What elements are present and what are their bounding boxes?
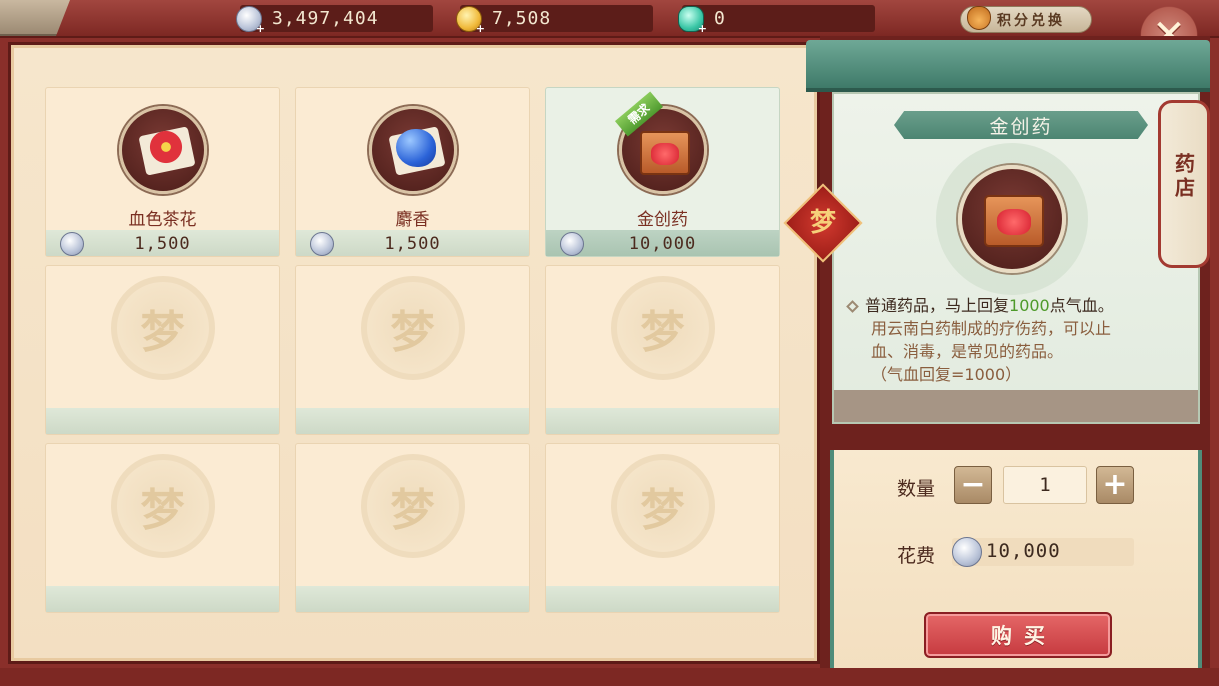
item-title-banner: 金创药 [894, 111, 1148, 139]
dream-emblem-icon: 梦 [110, 276, 215, 380]
camellia-icon [118, 106, 207, 194]
silver-currency: + 3,497,404 [236, 5, 433, 34]
cost-value: 10,000 [986, 540, 1061, 562]
buy-label: 购买 [991, 623, 1057, 648]
gold-currency: + 7,508 [456, 5, 653, 34]
jade-icon[interactable]: + [678, 5, 707, 34]
gold-coin-icon[interactable]: + [456, 5, 485, 34]
dream-emblem-icon: 梦 [360, 276, 465, 380]
dream-emblem-icon: 梦 [610, 276, 715, 380]
medicine-box-icon [958, 165, 1066, 273]
tab-pharmacy[interactable]: 药店 [1158, 100, 1210, 268]
points-exchange-button[interactable]: 积分兑换 [960, 5, 1092, 33]
money-bag-icon [967, 5, 991, 30]
item-name: 麝香 [395, 210, 430, 230]
empty-slot: 梦 [545, 443, 780, 613]
item-price: 10,000 [628, 234, 697, 254]
scroll-header [806, 40, 1210, 92]
item-detail-panel: 金创药 普通药品，马上回复1000点气血。 用云南白药制成的疗伤药，可以止 血、… [832, 92, 1200, 424]
empty-slot: 梦 [295, 443, 530, 613]
cost-label: 花费 [897, 545, 936, 567]
quantity-plus-button[interactable]: + [1096, 466, 1134, 504]
item-slot-musk[interactable]: 麝香 1,500 [295, 87, 530, 257]
corner-ornament [0, 0, 70, 36]
empty-slot: 梦 [295, 265, 530, 435]
cost-display: 10,000 [952, 537, 1134, 567]
empty-slot: 梦 [45, 443, 280, 613]
bottom-border [0, 668, 1219, 686]
shop-panel: 血色茶花 1,500 麝香 1,500 需求 金创药 10,000 梦 梦 梦 [8, 42, 820, 664]
musk-icon [368, 106, 457, 194]
item-slot-medicine[interactable]: 需求 金创药 10,000 [545, 87, 780, 257]
quantity-minus-button[interactable]: − [954, 466, 992, 504]
jade-amount: 0 [714, 8, 726, 29]
heal-amount: 1000 [1009, 296, 1050, 315]
silver-coin-icon [952, 537, 982, 567]
dream-emblem-icon: 梦 [610, 454, 715, 558]
quantity-input[interactable]: 1 [1003, 466, 1087, 504]
item-description: 普通药品，马上回复1000点气血。 用云南白药制成的疗伤药，可以止 血、消毒，是… [846, 294, 1178, 386]
dream-emblem-icon: 梦 [360, 454, 465, 558]
bullet-diamond-icon [846, 300, 859, 313]
tab-pharmacy-label: 药店 [1171, 153, 1196, 201]
empty-slot: 梦 [45, 265, 280, 435]
item-name: 血色茶花 [128, 210, 197, 230]
silver-amount: 3,497,404 [272, 8, 379, 29]
silver-coin-icon[interactable]: + [236, 5, 265, 34]
purchase-panel: 数量 − 1 + 花费 10,000 购买 [830, 450, 1202, 668]
item-price: 1,500 [384, 234, 441, 254]
points-exchange-label: 积分兑换 [997, 12, 1065, 29]
item-title: 金创药 [989, 115, 1053, 138]
buy-button[interactable]: 购买 [924, 612, 1112, 658]
dream-emblem-icon: 梦 [110, 454, 215, 558]
item-grid: 血色茶花 1,500 麝香 1,500 需求 金创药 10,000 梦 梦 梦 [45, 87, 780, 613]
item-price: 1,500 [134, 234, 191, 254]
top-bar: + 3,497,404 + 7,508 + 0 积分兑换 [0, 0, 1219, 38]
jade-currency: + 0 [678, 5, 875, 34]
quantity-label: 数量 [897, 478, 936, 500]
gold-amount: 7,508 [492, 8, 552, 29]
empty-slot: 梦 [545, 265, 780, 435]
item-slot-camellia[interactable]: 血色茶花 1,500 [45, 87, 280, 257]
item-name: 金创药 [637, 210, 688, 230]
